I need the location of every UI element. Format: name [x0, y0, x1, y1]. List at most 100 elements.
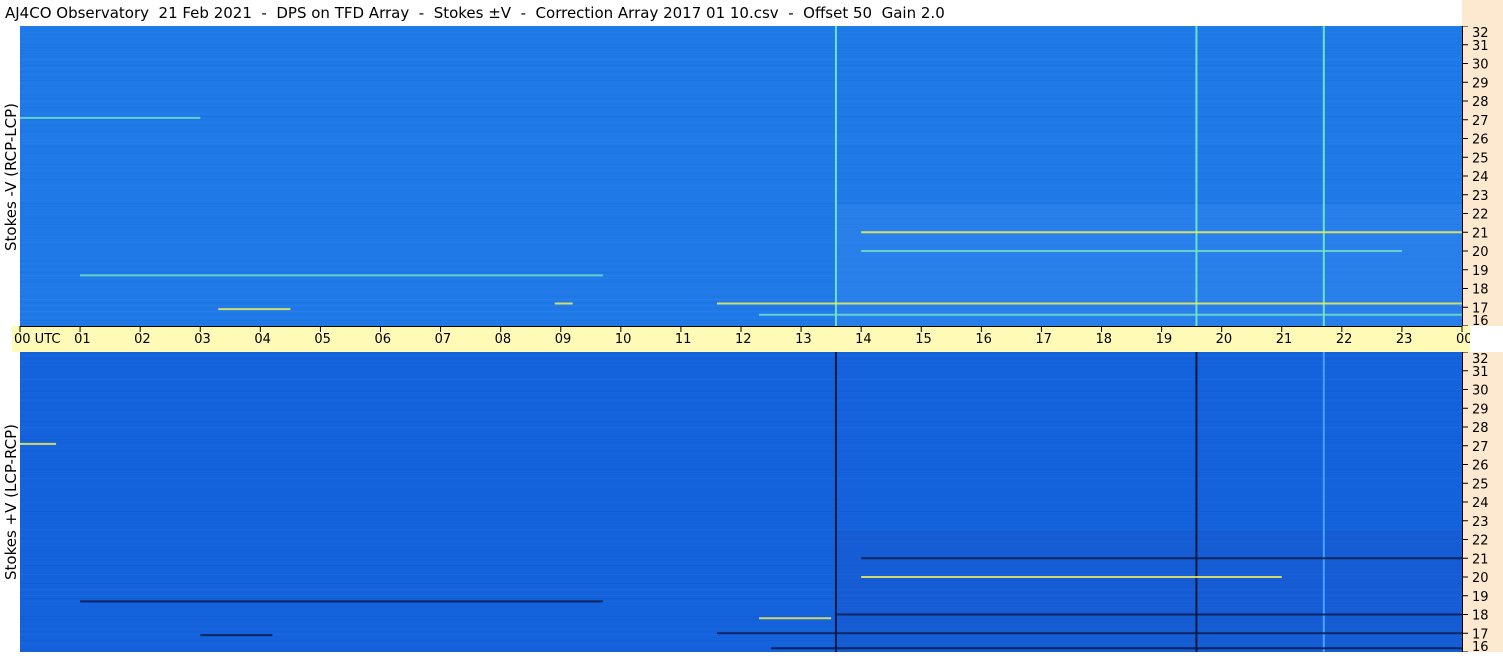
frequency-tick-label: 23	[1472, 189, 1489, 204]
time-tick-label: 03	[194, 332, 211, 347]
texture-stripe	[20, 92, 1462, 93]
spectrogram-top	[20, 26, 1462, 326]
frequency-tick-label: 20	[1472, 245, 1489, 260]
frequency-tick-label: 26	[1472, 459, 1489, 474]
texture-stripe	[20, 508, 1462, 509]
texture-stripe	[20, 53, 1462, 54]
time-tick-label: 15	[915, 332, 932, 347]
texture-stripe	[20, 400, 1462, 401]
texture-stripe	[20, 26, 1462, 27]
texture-stripe	[20, 170, 1462, 171]
texture-stripe	[20, 29, 1462, 30]
frequency-tick-label: 29	[1472, 402, 1489, 417]
time-tick-label: 11	[675, 332, 692, 347]
frequency-tick-label: 25	[1472, 151, 1489, 166]
interference-band	[20, 116, 201, 119]
title-strip-right	[1462, 0, 1503, 26]
time-tick-label: 17	[1035, 332, 1052, 347]
page-title: AJ4CO Observatory 21 Feb 2021 - DPS on T…	[5, 4, 945, 22]
time-tick-label: 04	[254, 332, 271, 347]
texture-stripe	[20, 421, 1462, 422]
interference-band	[771, 647, 1462, 650]
activity-region	[837, 204, 1462, 326]
texture-stripe	[20, 451, 1462, 452]
texture-stripe	[20, 442, 1462, 443]
time-tick-label: 22	[1336, 332, 1353, 347]
texture-stripe	[20, 370, 1462, 371]
texture-stripe	[20, 382, 1462, 383]
texture-stripe	[20, 391, 1462, 392]
texture-stripe	[20, 448, 1462, 449]
frequency-axis-bottom: 16 17 18 19 20 21 22 23 24 25 26 27 28 29 30 31 32	[1462, 351, 1503, 655]
texture-stripe	[20, 119, 1462, 120]
texture-stripe	[20, 56, 1462, 57]
interference-vline	[1195, 352, 1198, 652]
texture-stripe	[20, 161, 1462, 162]
frequency-tick-label: 29	[1472, 76, 1489, 91]
texture-stripe	[20, 436, 1462, 437]
texture-stripe	[20, 478, 1462, 479]
frequency-tick-label: 21	[1472, 226, 1489, 241]
texture-stripe	[20, 188, 1462, 189]
time-tick-label: 23	[1396, 332, 1413, 347]
interference-band	[80, 274, 603, 277]
time-tick-label: 08	[495, 332, 512, 347]
texture-stripe	[20, 484, 1462, 485]
interference-band	[837, 613, 1462, 616]
texture-stripe	[20, 511, 1462, 512]
interference-band	[861, 576, 1282, 578]
interference-vline	[1322, 352, 1325, 652]
frequency-tick-label: 27	[1472, 114, 1489, 129]
texture-stripe	[20, 499, 1462, 500]
panel-label-top: Stokes -V (RCP-LCP)	[2, 103, 20, 251]
texture-stripe	[20, 185, 1462, 186]
interference-band	[861, 250, 1402, 252]
texture-stripe	[20, 194, 1462, 195]
time-tick-label: 10	[615, 332, 632, 347]
texture-stripe	[20, 74, 1462, 75]
interference-band	[716, 302, 1462, 305]
interference-vline	[834, 352, 837, 652]
time-tick-label: 14	[855, 332, 872, 347]
texture-stripe	[20, 65, 1462, 66]
texture-stripe	[20, 152, 1462, 153]
time-tick-label: 21	[1276, 332, 1293, 347]
frequency-tick-label: 18	[1472, 609, 1489, 624]
frequency-axis-bottom-svg: 1617181920212223242526272829303132	[1462, 351, 1489, 655]
texture-stripe	[20, 86, 1462, 87]
time-tick-label: 01	[74, 332, 91, 347]
texture-stripe	[20, 505, 1462, 506]
texture-stripe	[20, 361, 1462, 362]
texture-stripe	[20, 62, 1462, 63]
frequency-tick-label: 18	[1472, 283, 1489, 298]
texture-stripe	[20, 523, 1462, 524]
texture-stripe	[20, 397, 1462, 398]
texture-stripe	[20, 140, 1462, 141]
texture-stripe	[20, 406, 1462, 407]
time-tick-label: 00 UTC	[14, 332, 60, 347]
frequency-tick-label: 32	[1472, 26, 1489, 41]
texture-stripe	[20, 445, 1462, 446]
texture-stripe	[20, 176, 1462, 177]
texture-stripe	[20, 41, 1462, 42]
texture-stripe	[20, 385, 1462, 386]
frequency-tick-label: 31	[1472, 39, 1489, 54]
frequency-tick-label: 30	[1472, 384, 1489, 399]
texture-stripe	[20, 35, 1462, 36]
texture-stripe	[20, 47, 1462, 48]
interference-band	[218, 308, 291, 311]
texture-stripe	[20, 463, 1462, 464]
texture-stripe	[20, 155, 1462, 156]
time-tick-label: 12	[735, 332, 752, 347]
interference-band	[554, 302, 573, 305]
texture-stripe	[20, 514, 1462, 515]
panel-label-bottom: Stokes +V (LCP-RCP)	[2, 424, 20, 580]
time-tick-label: 06	[375, 332, 392, 347]
frequency-tick-label: 22	[1472, 534, 1489, 549]
time-tick-label: 02	[134, 332, 151, 347]
texture-stripe	[20, 104, 1462, 105]
texture-stripe	[20, 179, 1462, 180]
texture-stripe	[20, 167, 1462, 168]
interference-band	[716, 632, 1462, 635]
frequency-tick-label: 26	[1472, 133, 1489, 148]
